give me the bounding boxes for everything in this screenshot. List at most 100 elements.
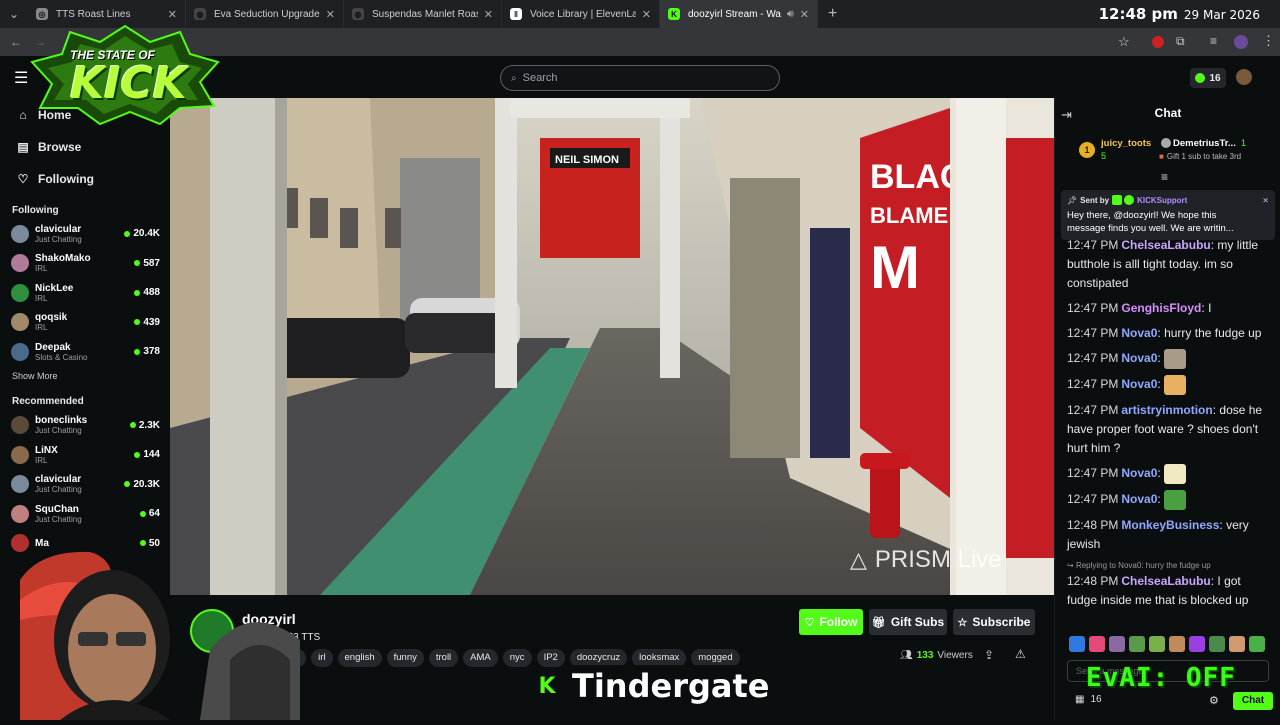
expand-pinned-icon[interactable]: ≡ [1161,170,1168,184]
emote-icon[interactable] [1189,636,1205,652]
close-tab-icon[interactable]: ✕ [642,8,651,21]
message-username[interactable]: Nova0 [1121,351,1157,365]
chat-message[interactable]: 12:47 PM Nova0: hurry the fudge up [1055,324,1280,343]
settings-gear-icon[interactable]: ⚙ [1209,694,1219,707]
speaker-icon[interactable]: 🔊︎ [787,8,794,21]
live-dot-icon [134,348,141,355]
message-username[interactable]: Nova0 [1121,326,1157,340]
leaderboard-user-2[interactable]: DemetriusTr... [1173,138,1236,149]
media-control-icon[interactable]: ≡ [1210,34,1217,48]
face-emote [1164,375,1187,395]
emote-icon[interactable] [1209,636,1225,652]
emote-icon[interactable] [1109,636,1125,652]
message-username[interactable]: GenghisFloyd [1121,301,1201,315]
sidebar-channel[interactable]: ShakoMako IRL 587 [0,249,170,279]
chat-message[interactable]: 12:47 PM artistryinmotion: dose he have p… [1055,401,1280,458]
close-tab-icon[interactable]: ✕ [326,8,335,21]
pinned-message[interactable]: 📌︎ Sent by KICKSupport ⨯ Hey there, @doo… [1061,190,1275,240]
chat-message[interactable]: 12:47 PM Nova0: [1055,349,1280,369]
emote-icon[interactable] [1169,636,1185,652]
chat-message[interactable]: 12:47 PM Nova0: [1055,464,1280,484]
message-username[interactable]: ChelseaLabubu [1121,238,1210,252]
chat-message[interactable]: 12:47 PM Nova0: [1055,375,1280,395]
viewer-number: 378 [143,346,160,358]
stream-tag[interactable]: AMA [463,649,498,667]
emote-icon[interactable] [1129,636,1145,652]
sidebar-nav-browse[interactable]: ▤ Browse [0,131,170,163]
message-username[interactable]: Nova0 [1121,466,1157,480]
extensions-puzzle-icon[interactable]: ⧉ [1176,34,1185,49]
browser-tab[interactable]: Kdoozyirl Stream - Watch Li 🔊︎ ✕ [660,0,818,28]
video-player[interactable]: BLAC BLAME M NEIL SIMON △ PRISM Live [170,98,1054,595]
sidebar-channel[interactable]: boneclinks Just Chatting 2.3K [0,411,170,441]
sidebar-channel[interactable]: clavicular Just Chatting 20.3K [0,470,170,500]
gift-subs-label: Gift Subs [890,615,945,629]
message-username[interactable]: artistryinmotion [1121,403,1212,417]
back-button[interactable]: ← [10,35,22,49]
channel-avatar [11,283,29,302]
sidebar-channel[interactable]: NickLee IRL 488 [0,278,170,308]
search-input[interactable]: ⌕ Search [500,65,780,91]
viewer-count: 2.3K [129,420,160,431]
new-tab-button[interactable]: + [828,5,837,23]
message-username[interactable]: MonkeyBusiness [1121,518,1219,532]
emote-w-icon[interactable] [1069,636,1085,652]
pepe-emote [1164,490,1187,510]
close-tab-icon[interactable]: ✕ [800,8,809,21]
menu-hamburger-icon[interactable]: ☰ [14,68,28,88]
emote-icon[interactable] [1249,636,1265,652]
chat-message[interactable]: 12:47 PM Nova0: [1055,490,1280,510]
bookmark-star-icon[interactable]: ☆ [1118,34,1130,50]
report-warning-icon[interactable]: ⚠ [1015,647,1026,661]
stream-tag[interactable]: funny [386,649,424,667]
gift-subs-button[interactable]: 🎁︎ Gift Subs [869,609,947,635]
share-icon[interactable]: ⇪ [984,648,994,662]
emote-icon[interactable] [1089,636,1105,652]
sidebar-channel[interactable]: LiNX IRL 144 [0,440,170,470]
emote-icon[interactable] [1149,636,1165,652]
browser-tab[interactable]: ‖ Voice Library | ElevenLabs ✕ [502,0,660,28]
message-username[interactable]: ChelseaLabubu [1121,574,1210,588]
chat-message[interactable]: 12:47 PM GenghisFloyd: I [1055,299,1280,318]
user-avatar[interactable] [1236,69,1252,85]
stream-tag[interactable]: troll [428,649,459,667]
stream-tag[interactable]: nyc [502,649,532,667]
message-username[interactable]: Nova0 [1121,492,1157,506]
extension-recording-icon[interactable] [1152,36,1164,48]
sidebar-channel[interactable]: qoqsik IRL 439 [0,308,170,338]
pinned-sender[interactable]: KICKSupport [1137,196,1187,205]
channel-category: IRL [35,293,48,303]
profile-avatar[interactable] [1234,35,1248,49]
viewer-count: 144 [134,449,160,460]
sidebar-channel[interactable]: clavicular Just Chatting 20.4K [0,219,170,249]
chat-message[interactable]: 12:48 PM MonkeyBusiness: very jewish [1055,516,1280,554]
clock-time: 12:48 pm [1098,5,1178,23]
browser-tab[interactable]: ◍ Suspendas Manlet Roasts & T ✕ [344,0,502,28]
send-chat-button[interactable]: Chat [1233,692,1273,710]
leaderboard-user-1[interactable]: juicy_toots [1101,138,1151,149]
sidebar-channel[interactable]: Deepak Slots & Casino 378 [0,337,170,367]
chatgpt-icon: ◍ [194,8,206,20]
unpin-icon[interactable]: ⨯ [1262,196,1269,205]
sidebar-nav-following[interactable]: ♡ Following [0,163,170,195]
emote-icon[interactable] [1229,636,1245,652]
channel-name: clavicular [35,223,82,235]
subscribe-button[interactable]: ☆ Subscribe [953,609,1035,635]
chat-message[interactable]: 12:47 PM ChelseaLabubu: my little butthol… [1055,236,1280,293]
system-clock: 12:48 pm 29 Mar 2026 [1099,5,1260,23]
browser-menu-icon[interactable]: ⋮ [1262,33,1275,49]
follow-button[interactable]: ♡ Follow [799,609,863,635]
close-tab-icon[interactable]: ✕ [168,8,177,21]
tab-search-button[interactable]: ⌄ [0,0,28,28]
live-dot-icon [134,260,141,267]
message-time: 12:48 PM [1067,518,1119,532]
close-tab-icon[interactable]: ✕ [484,8,493,21]
chat-message[interactable]: ↪ Replying to Nova0: hurry the fudge up 1… [1055,560,1280,610]
stream-tag[interactable]: irl [311,649,333,667]
viewer-count: 20.3K [124,479,160,490]
stream-tag[interactable]: english [337,649,382,667]
message-username[interactable]: Nova0 [1121,377,1157,391]
show-more-button[interactable]: Show More [0,367,170,385]
notification-badge[interactable]: 16 [1190,68,1226,88]
sidebar-channel[interactable]: SquChan Just Chatting 64 [0,499,170,529]
